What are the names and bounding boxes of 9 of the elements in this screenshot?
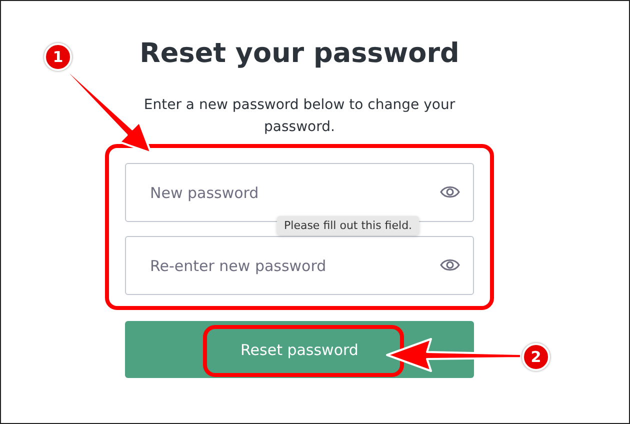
page-title: Reset your password xyxy=(138,37,460,71)
eye-icon[interactable] xyxy=(440,258,460,272)
validation-tooltip: Please fill out this field. xyxy=(277,216,420,235)
eye-icon[interactable] xyxy=(440,185,460,199)
step-number: 1 xyxy=(44,43,72,71)
instruction-text: Enter a new password below to change your password. xyxy=(142,96,456,137)
password-field[interactable]: New password xyxy=(125,163,474,222)
password-field[interactable]: Re-enter new password xyxy=(125,236,474,295)
step-number: 2 xyxy=(522,343,550,371)
